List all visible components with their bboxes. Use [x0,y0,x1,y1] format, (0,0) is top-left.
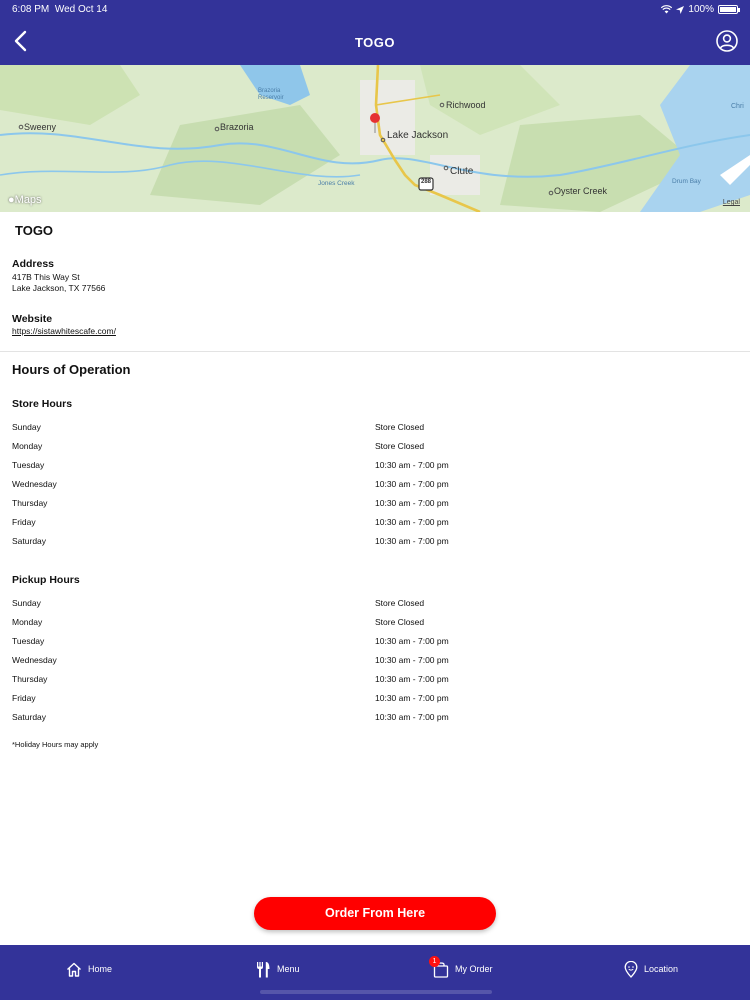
day-name: Saturday [12,536,47,546]
day-name: Sunday [12,598,41,608]
hours-title: Hours of Operation [12,362,131,377]
address-line1: 417B This Way St [12,272,80,282]
store-hours-row: Friday 10:30 am - 7:00 pm [12,517,712,529]
day-hours: 10:30 am - 7:00 pm [375,498,449,508]
wifi-icon [661,5,673,14]
map-legal-link[interactable]: Legal [723,199,740,206]
pickup-hours-row: Thursday 10:30 am - 7:00 pm [12,674,712,686]
holiday-note: *Holiday Hours may apply [12,740,99,749]
order-from-here-button[interactable]: Order From Here [254,897,496,930]
day-hours: 10:30 am - 7:00 pm [375,460,449,470]
fork-knife-icon [257,961,270,977]
store-hours-row: Wednesday 10:30 am - 7:00 pm [12,479,712,491]
map-label-highway: 288 [421,179,432,185]
maps-logo-text: Maps [14,194,42,206]
map-label-clute: Clute [450,166,474,177]
day-hours: Store Closed [375,422,425,432]
day-hours: 10:30 am - 7:00 pm [375,636,449,646]
map-label-richwood: Richwood [446,100,486,110]
status-time: 6:08 PM [12,4,50,15]
day-hours: 10:30 am - 7:00 pm [375,693,449,703]
maps-logo: ●Maps [8,194,42,206]
day-name: Friday [12,693,36,703]
tab-home[interactable]: Home [66,959,112,979]
day-name: Wednesday [12,655,57,665]
map-view[interactable]: Richwood Sweeny Brazoria Lake Jackson Cl… [0,65,750,212]
day-name: Sunday [12,422,41,432]
tab-my-order-label: My Order [455,964,493,974]
store-hours-title: Store Hours [12,398,73,410]
home-indicator [260,990,492,994]
map-label-sweeny: Sweeny [24,122,57,132]
store-name: TOGO [15,223,54,238]
day-hours: Store Closed [375,617,425,627]
pickup-hours-row: Tuesday 10:30 am - 7:00 pm [12,636,712,648]
website-label: Website [12,313,53,325]
day-hours: 10:30 am - 7:00 pm [375,536,449,546]
day-hours: 10:30 am - 7:00 pm [375,655,449,665]
status-date: Wed Oct 14 [54,4,108,15]
map-label-lake-jackson: Lake Jackson [387,130,449,141]
status-time-date: 6:08 PM Wed Oct 14 [12,4,107,15]
website-link[interactable]: https://sistawhitescafe.com/ [12,326,116,336]
address-label: Address [12,258,55,270]
pickup-hours-row: Saturday 10:30 am - 7:00 pm [12,712,712,724]
apple-logo-icon: ● [8,194,15,206]
battery-icon [718,5,740,14]
tab-my-order[interactable]: 1 My Order [429,955,493,979]
location-arrow-icon [676,5,685,14]
divider [0,351,750,352]
store-hours-row: Monday Store Closed [12,441,712,453]
map-label-drum-bay: Drum Bay [672,178,701,185]
day-name: Thursday [12,674,48,684]
map-graphic [0,65,750,212]
day-hours: Store Closed [375,598,425,608]
day-hours: 10:30 am - 7:00 pm [375,712,449,722]
status-bar: 6:08 PM Wed Oct 14 100% [0,0,750,18]
battery-percent: 100% [688,4,714,15]
day-hours: 10:30 am - 7:00 pm [375,517,449,527]
status-right: 100% [661,4,740,15]
store-hours-row: Tuesday 10:30 am - 7:00 pm [12,460,712,472]
home-icon [67,962,81,977]
address-line2: Lake Jackson, TX 77566 [12,283,106,293]
store-hours-row: Sunday Store Closed [12,422,712,434]
map-label-reservoir: Brazoria Reservoir [258,88,284,101]
tab-location-label: Location [644,964,679,974]
pickup-hours-row: Monday Store Closed [12,617,712,629]
store-hours-row: Thursday 10:30 am - 7:00 pm [12,498,712,510]
bag-icon-wrap: 1 [429,955,449,978]
pickup-hours-row: Wednesday 10:30 am - 7:00 pm [12,655,712,667]
day-name: Thursday [12,498,48,508]
day-hours: 10:30 am - 7:00 pm [375,479,449,489]
map-label-christmas: Chri [731,103,744,110]
tab-bar: Home Menu 1 My Order Location [0,945,750,1000]
profile-button[interactable] [716,30,738,52]
pickup-hours-row: Sunday Store Closed [12,598,712,610]
day-name: Tuesday [12,460,45,470]
tab-menu[interactable]: Menu [255,959,300,979]
day-name: Tuesday [12,636,45,646]
pickup-hours-title: Pickup Hours [12,574,80,586]
tab-home-label: Home [88,964,113,974]
day-hours: 10:30 am - 7:00 pm [375,674,449,684]
tab-location[interactable]: Location [624,959,678,979]
top-bar: 6:08 PM Wed Oct 14 100% TOGO [0,0,750,65]
day-name: Monday [12,617,43,627]
store-hours-row: Saturday 10:30 am - 7:00 pm [12,536,712,548]
day-name: Friday [12,517,36,527]
pickup-hours-row: Friday 10:30 am - 7:00 pm [12,693,712,705]
day-name: Saturday [12,712,47,722]
user-circle-icon [716,30,738,52]
page-title: TOGO [354,35,396,50]
map-label-brazoria: Brazoria [220,122,254,132]
day-hours: Store Closed [375,441,425,451]
tab-menu-label: Menu [277,964,300,974]
day-name: Wednesday [12,479,57,489]
map-label-oyster-creek: Oyster Creek [554,186,608,196]
location-pin-icon [624,960,638,978]
order-count-badge: 1 [429,955,440,967]
map-label-jones-creek: Jones Creek [318,180,355,187]
day-name: Monday [12,441,43,451]
